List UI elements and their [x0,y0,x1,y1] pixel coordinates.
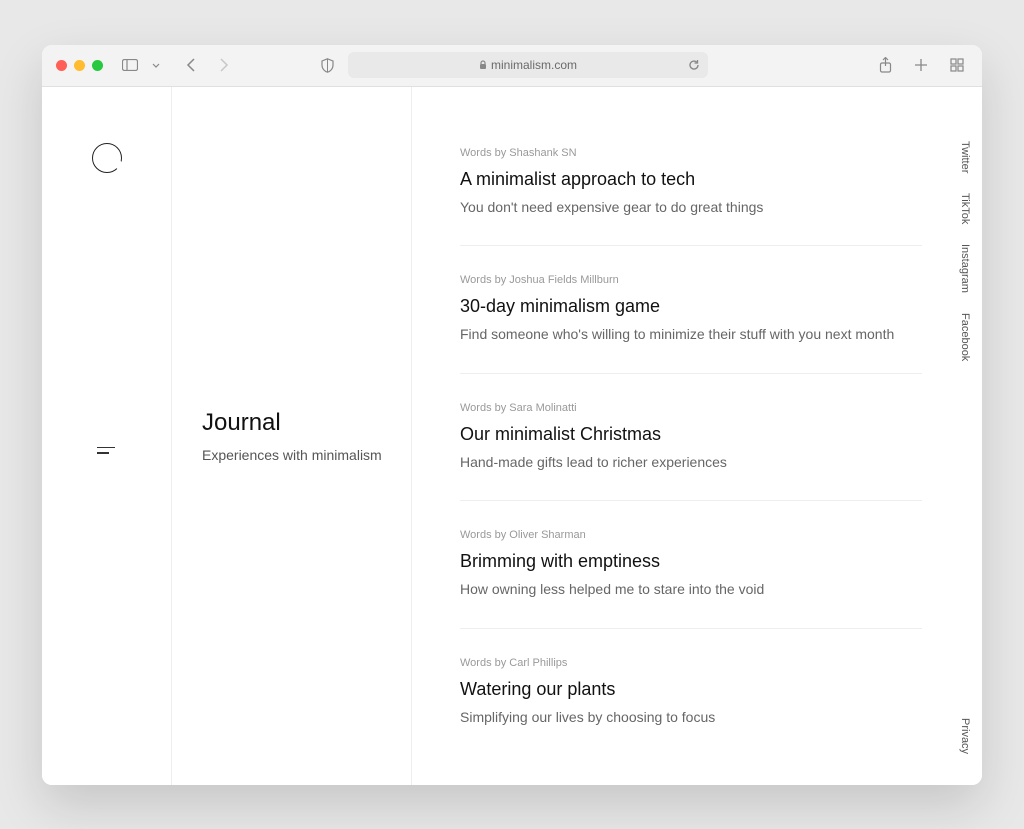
article-item[interactable]: Words by Shashank SN A minimalist approa… [460,147,922,247]
social-link-instagram[interactable]: Instagram [959,244,971,293]
article-excerpt: Hand-made gifts lead to richer experienc… [460,453,922,473]
article-item[interactable]: Words by Oliver Sharman Brimming with em… [460,529,922,629]
sidebar-toggle-button[interactable] [119,54,141,76]
social-rail: Twitter TikTok Instagram Facebook Privac… [948,87,982,785]
article-excerpt: How owning less helped me to stare into … [460,580,922,600]
reload-button[interactable] [688,59,700,71]
article-excerpt: Simplifying our lives by choosing to foc… [460,708,922,728]
page-subtitle: Experiences with minimalism [202,447,387,463]
back-button[interactable] [179,54,201,76]
social-link-twitter[interactable]: Twitter [959,141,971,173]
article-excerpt: You don't need expensive gear to do grea… [460,198,922,218]
browser-chrome: minimalism.com [42,45,982,87]
close-window-button[interactable] [56,60,67,71]
forward-button[interactable] [213,54,235,76]
article-item[interactable]: Words by Carl Phillips Watering our plan… [460,657,922,756]
article-byline: Words by Carl Phillips [460,657,922,669]
social-link-tiktok[interactable]: TikTok [959,193,971,224]
article-byline: Words by Joshua Fields Millburn [460,274,922,286]
article-title: 30-day minimalism game [460,296,922,317]
article-title: Our minimalist Christmas [460,424,922,445]
url-text: minimalism.com [491,58,577,72]
left-rail [42,87,172,785]
article-list: Words by Shashank SN A minimalist approa… [412,87,982,785]
page-content: Journal Experiences with minimalism Word… [42,87,982,785]
article-byline: Words by Sara Molinatti [460,402,922,414]
minimize-window-button[interactable] [74,60,85,71]
logo-icon[interactable] [92,143,122,173]
article-byline: Words by Oliver Sharman [460,529,922,541]
tabs-overview-button[interactable] [946,54,968,76]
address-bar[interactable]: minimalism.com [348,52,708,78]
article-item[interactable]: Words by Sara Molinatti Our minimalist C… [460,402,922,502]
privacy-shield-icon[interactable] [316,54,338,76]
article-title: Brimming with emptiness [460,551,922,572]
lock-icon [479,60,487,70]
social-link-facebook[interactable]: Facebook [959,313,971,361]
menu-button[interactable] [97,447,115,454]
chevron-down-icon[interactable] [145,54,167,76]
article-title: A minimalist approach to tech [460,169,922,190]
article-excerpt: Find someone who's willing to minimize t… [460,325,922,345]
privacy-link[interactable]: Privacy [959,718,971,754]
article-byline: Words by Shashank SN [460,147,922,159]
article-title: Watering our plants [460,679,922,700]
new-tab-button[interactable] [910,54,932,76]
section-header: Journal Experiences with minimalism [172,87,412,785]
window-controls [56,60,103,71]
maximize-window-button[interactable] [92,60,103,71]
browser-window: minimalism.com Journ [42,45,982,785]
article-item[interactable]: Words by Joshua Fields Millburn 30-day m… [460,274,922,374]
page-title: Journal [202,409,387,437]
share-button[interactable] [874,54,896,76]
